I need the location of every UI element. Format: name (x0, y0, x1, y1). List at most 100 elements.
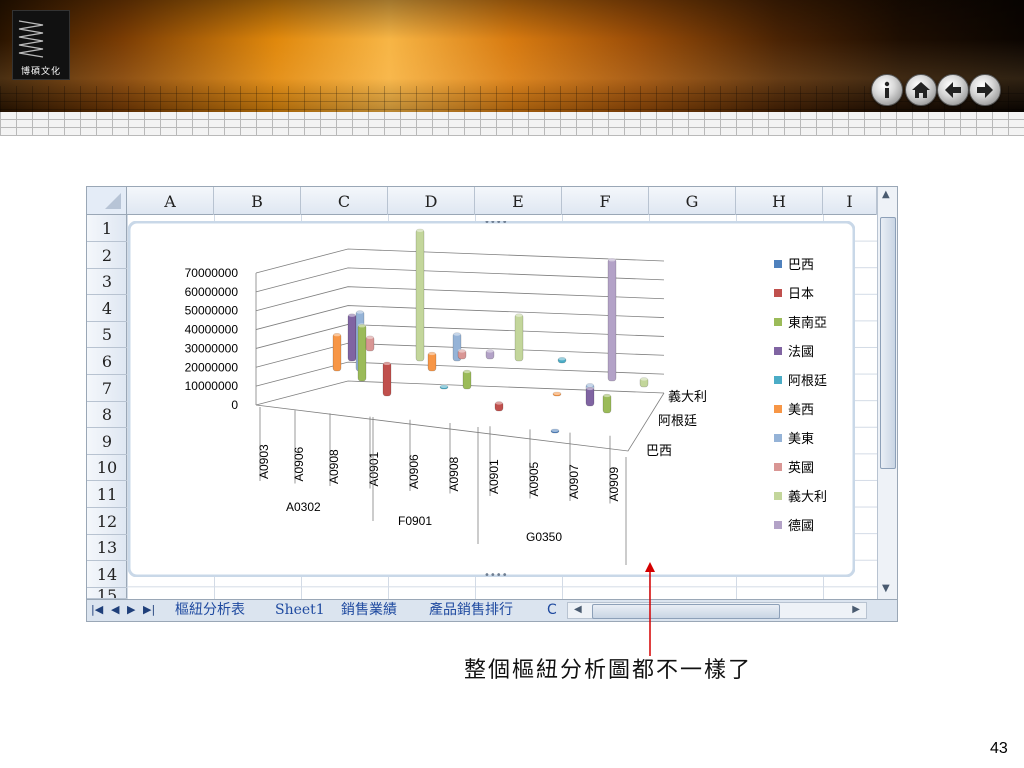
forward-button[interactable] (969, 74, 1001, 106)
scroll-left-icon[interactable]: ◀ (574, 604, 582, 615)
tab-sales-performance[interactable]: 銷售業績 (335, 600, 403, 620)
row-header[interactable]: 15 (87, 587, 127, 600)
next-sheet-icon[interactable]: ▶ (127, 603, 135, 616)
resize-handle-icon[interactable]: •••• (484, 221, 508, 228)
legend-swatch (774, 492, 782, 500)
row-header[interactable]: 6 (87, 348, 127, 375)
tab-pivot-table[interactable]: 樞紐分析表 (169, 600, 251, 620)
y-tick-label: 40000000 (185, 323, 239, 337)
row-header[interactable]: 9 (87, 428, 127, 455)
row-header[interactable]: 11 (87, 481, 127, 508)
legend-label: 法國 (788, 345, 814, 360)
bar-top (608, 257, 616, 262)
row-header[interactable]: 12 (87, 508, 127, 535)
legend-swatch (774, 260, 782, 268)
bar (415, 228, 425, 362)
column-header-bar: A B C D E F G H I (127, 187, 877, 215)
bar (382, 361, 392, 397)
bar-top (348, 312, 356, 317)
bar (347, 313, 357, 362)
column-header-i[interactable]: I (823, 187, 877, 215)
row-header[interactable]: 1 (87, 215, 127, 242)
column-header-d[interactable]: D (388, 187, 475, 215)
tab-product-ranking[interactable]: 產品銷售排行 (423, 600, 519, 620)
row-header[interactable]: 3 (87, 268, 127, 296)
group-label: F0901 (398, 514, 432, 528)
header-banner: 博碩文化 (0, 0, 1024, 136)
tab-sheet1[interactable]: Sheet1 (269, 600, 331, 620)
row-header[interactable]: 7 (87, 375, 127, 402)
row-header[interactable]: 2 (87, 242, 127, 269)
y-tick-label: 60000000 (185, 285, 239, 299)
scroll-right-icon[interactable]: ▶ (852, 604, 860, 615)
column-header-f[interactable]: F (562, 187, 649, 215)
row-header[interactable]: 5 (87, 321, 127, 349)
row-header[interactable]: 10 (87, 454, 127, 482)
back-button[interactable] (937, 74, 969, 106)
column-header-h[interactable]: H (736, 187, 823, 215)
bar (357, 324, 367, 382)
bar-top (366, 334, 374, 339)
category-label: A0906 (407, 454, 421, 489)
row-header[interactable]: 4 (87, 295, 127, 322)
vertical-scroll-thumb[interactable] (880, 217, 896, 469)
legend-label: 德國 (788, 519, 814, 534)
y-tick-label: 30000000 (185, 341, 239, 355)
forward-icon (977, 82, 993, 98)
horizontal-scroll-thumb[interactable] (592, 604, 780, 619)
category-label: A0908 (447, 456, 461, 491)
row-header[interactable]: 8 (87, 401, 127, 429)
column-header-g[interactable]: G (649, 187, 736, 215)
first-sheet-icon[interactable]: |◀ (91, 603, 103, 616)
scroll-up-icon[interactable]: ▲ (882, 189, 890, 200)
bar (332, 332, 342, 372)
bar-top (458, 348, 466, 353)
depth-label: 阿根廷 (658, 414, 697, 429)
pivot-chart[interactable]: 70000000 60000000 50000000 40000000 30000000… (128, 221, 855, 577)
home-button[interactable] (905, 74, 937, 106)
logo-text: 博碩文化 (20, 67, 61, 77)
y-tick-label: 70000000 (185, 266, 239, 280)
group-label: G0350 (526, 530, 562, 544)
last-sheet-icon[interactable]: ▶| (143, 603, 155, 616)
row-header[interactable]: 13 (87, 534, 127, 562)
resize-handle-icon[interactable]: •••• (484, 570, 508, 577)
slide-caption: 整個樞紐分析圖都不一樣了 (464, 658, 753, 683)
bar-top (358, 323, 366, 328)
pointer-arrow (645, 562, 655, 656)
column-header-c[interactable]: C (301, 187, 388, 215)
column-header-e[interactable]: E (475, 187, 562, 215)
info-button[interactable] (871, 74, 903, 106)
publisher-logo: 博碩文化 (12, 10, 70, 80)
legend-swatch (774, 376, 782, 384)
depth-label: 巴西 (646, 444, 672, 459)
prev-sheet-icon[interactable]: ◀ (111, 603, 119, 616)
bar-top (428, 351, 436, 356)
tab-chart[interactable]: C (541, 600, 563, 620)
bar-top (495, 400, 503, 405)
column-header-a[interactable]: A (127, 187, 214, 215)
bar-top (551, 428, 559, 432)
legend-label: 美東 (788, 431, 814, 447)
bar-top (416, 228, 424, 232)
scroll-down-icon[interactable]: ▼ (882, 583, 890, 594)
bar-top (333, 332, 341, 337)
info-icon (884, 81, 890, 98)
legend-label: 美西 (788, 403, 814, 418)
bar (607, 258, 617, 382)
column-header-b[interactable]: B (214, 187, 301, 215)
page-number: 43 (990, 740, 1008, 757)
category-label: A0909 (607, 466, 621, 501)
category-label: A0903 (257, 444, 271, 479)
row-header[interactable]: 14 (87, 561, 127, 588)
legend-swatch (774, 434, 782, 442)
legend-swatch (774, 463, 782, 471)
category-label: A0906 (292, 446, 306, 481)
legend-swatch (774, 521, 782, 529)
vertical-scrollbar[interactable]: ▲ ▼ (877, 187, 897, 599)
select-all-corner[interactable] (87, 187, 127, 215)
y-tick-label: 0 (231, 398, 238, 412)
horizontal-scrollbar[interactable]: ◀ ▶ (567, 602, 867, 619)
legend-label: 義大利 (788, 489, 827, 505)
bar-top (515, 312, 523, 317)
